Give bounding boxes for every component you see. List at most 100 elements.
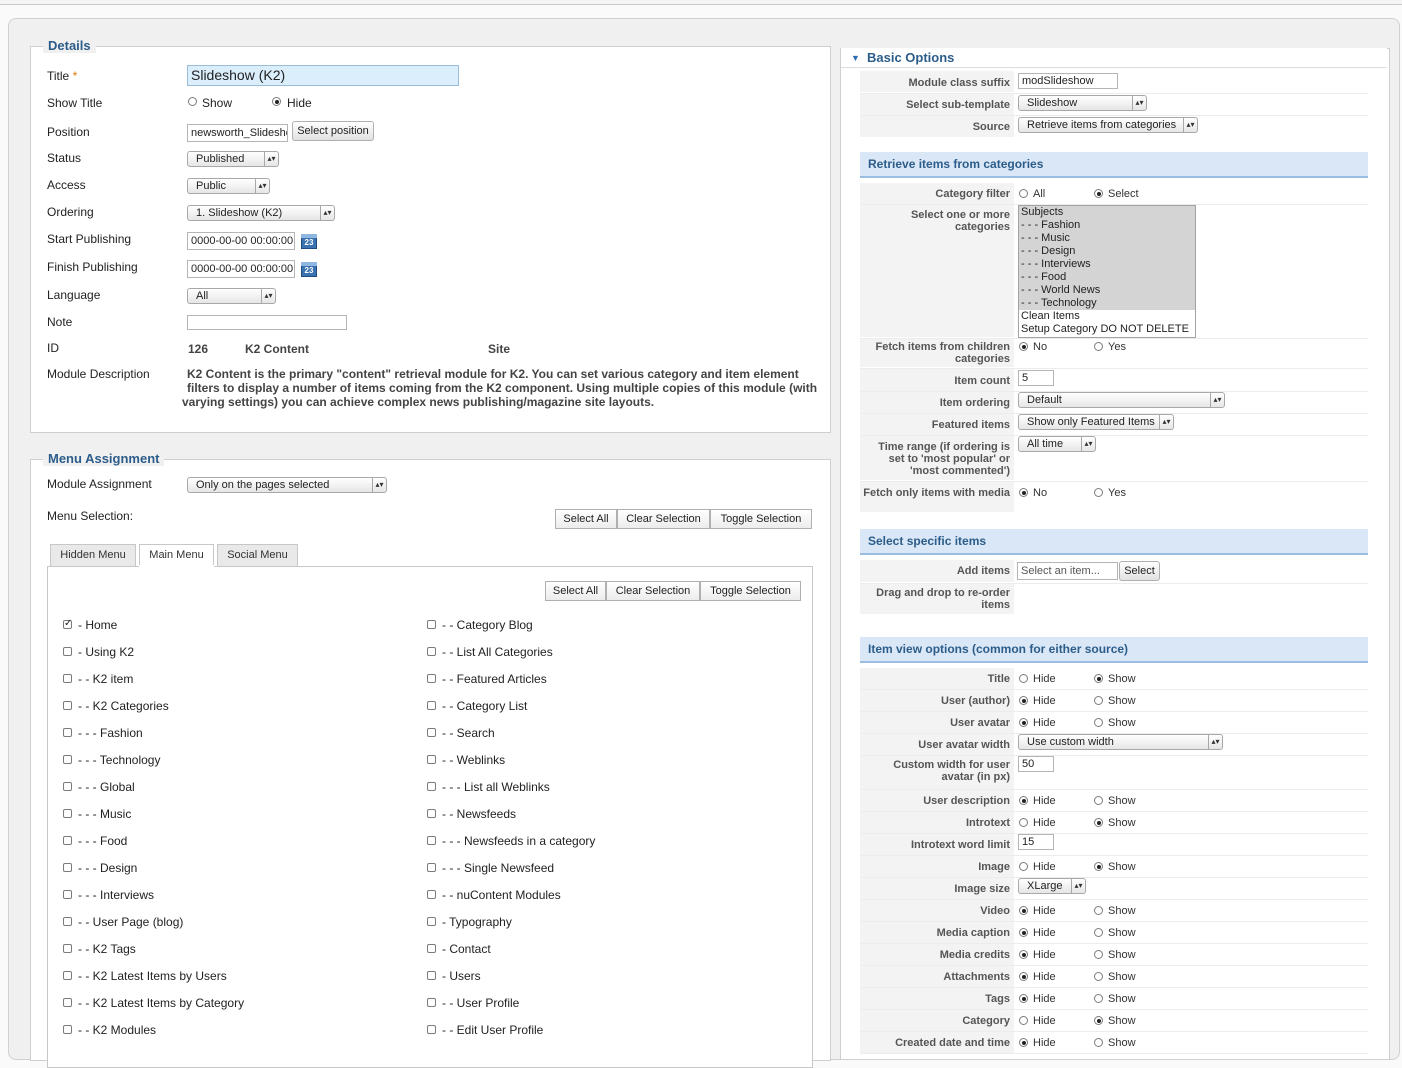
menu-item[interactable]: - - - Interviews — [63, 888, 154, 902]
category-option[interactable]: - - - Technology — [1019, 297, 1195, 310]
category-option[interactable]: - - - Design — [1019, 245, 1195, 258]
category-option[interactable]: - - - Food — [1019, 271, 1195, 284]
menu-item[interactable]: - - - Global — [63, 780, 135, 794]
clear-selection-button[interactable]: Clear Selection — [606, 581, 700, 601]
basic-options-header[interactable]: ▼ Basic Options — [841, 48, 1387, 68]
custom-width-input[interactable]: 50 — [1018, 756, 1054, 772]
menu-item[interactable]: - Typography — [427, 915, 512, 929]
checkbox-icon[interactable] — [427, 862, 436, 872]
category-show-radio[interactable] — [1094, 1016, 1103, 1025]
menu-item[interactable]: - - - Design — [63, 861, 137, 875]
created-date-hide-radio[interactable] — [1019, 1038, 1028, 1047]
menu-item[interactable]: - - User Profile — [427, 996, 519, 1010]
checkbox-icon[interactable] — [63, 781, 72, 791]
introtext-hide-radio[interactable] — [1019, 818, 1028, 827]
menu-item[interactable]: - - nuContent Modules — [427, 888, 561, 902]
image-size-select[interactable]: XLarge ▴▾ — [1018, 878, 1086, 894]
checkbox-icon[interactable] — [63, 1024, 72, 1034]
checkbox-icon[interactable] — [63, 835, 72, 845]
checkbox-icon[interactable] — [427, 1024, 436, 1034]
item-count-input[interactable]: 5 — [1018, 370, 1054, 386]
checkbox-checked-icon[interactable]: ✓ — [63, 618, 72, 629]
module-assignment-select[interactable]: Only on the pages selected ▴▾ — [187, 477, 387, 493]
menu-item[interactable]: - Users — [427, 969, 481, 983]
checkbox-icon[interactable] — [427, 619, 436, 629]
checkbox-icon[interactable] — [427, 754, 436, 764]
checkbox-icon[interactable] — [63, 862, 72, 872]
category-hide-radio[interactable] — [1019, 1016, 1028, 1025]
menu-item[interactable]: - - - Single Newsfeed — [427, 861, 554, 875]
access-select[interactable]: Public ▴▾ — [187, 178, 270, 194]
checkbox-icon[interactable] — [427, 916, 436, 926]
menu-item[interactable]: - - - Fashion — [63, 726, 143, 740]
checkbox-icon[interactable] — [427, 808, 436, 818]
menu-item[interactable]: - - K2 Latest Items by Users — [63, 969, 227, 983]
categories-listbox[interactable]: Subjects - - - Fashion - - - Music - - - De… — [1018, 205, 1196, 338]
menu-item[interactable]: - - - Music — [63, 807, 131, 821]
checkbox-icon[interactable] — [427, 889, 436, 899]
menu-item[interactable]: - - Search — [427, 726, 495, 740]
title-hide-radio[interactable] — [1019, 674, 1028, 683]
select-position-button[interactable]: Select position — [292, 121, 374, 141]
status-select[interactable]: Published ▴▾ — [187, 151, 279, 167]
category-option[interactable]: - - - World News — [1019, 284, 1195, 297]
user-author-hide-radio[interactable] — [1019, 696, 1028, 705]
menu-item[interactable]: - - K2 Modules — [63, 1023, 156, 1037]
menu-item[interactable]: - - K2 Categories — [63, 699, 169, 713]
add-items-select-button[interactable]: Select — [1119, 561, 1160, 581]
menu-item[interactable]: - - User Page (blog) — [63, 915, 183, 929]
time-range-select[interactable]: All time ▴▾ — [1018, 436, 1096, 452]
menu-item[interactable]: ✓ - Home — [63, 618, 117, 632]
image-show-radio[interactable] — [1094, 862, 1103, 871]
category-option[interactable]: Subjects — [1019, 206, 1195, 219]
category-filter-all-radio[interactable] — [1019, 189, 1028, 198]
menu-item[interactable]: - - Category List — [427, 699, 527, 713]
category-option[interactable]: - - - Fashion — [1019, 219, 1195, 232]
checkbox-icon[interactable] — [63, 916, 72, 926]
position-input[interactable]: newsworth_Slideshow — [187, 124, 288, 142]
toggle-selection-button[interactable]: Toggle Selection — [710, 509, 812, 529]
clear-selection-button[interactable]: Clear Selection — [617, 509, 710, 529]
language-select[interactable]: All ▴▾ — [187, 288, 276, 304]
attachments-show-radio[interactable] — [1094, 972, 1103, 981]
fetch-children-yes-radio[interactable] — [1094, 342, 1103, 351]
menu-item[interactable]: - Contact — [427, 942, 491, 956]
calendar-icon[interactable]: 23 — [301, 262, 317, 277]
menu-item[interactable]: - - K2 item — [63, 672, 133, 686]
checkbox-icon[interactable] — [427, 997, 436, 1007]
menu-item[interactable]: - - Newsfeeds — [427, 807, 516, 821]
tab-hidden-menu[interactable]: Hidden Menu — [50, 544, 136, 566]
menu-item[interactable]: - - - List all Weblinks — [427, 780, 550, 794]
fetch-media-yes-radio[interactable] — [1094, 488, 1103, 497]
checkbox-icon[interactable] — [63, 646, 72, 656]
user-avatar-show-radio[interactable] — [1094, 718, 1103, 727]
checkbox-icon[interactable] — [63, 970, 72, 980]
introtext-limit-input[interactable]: 15 — [1018, 834, 1054, 850]
category-option[interactable]: - - - Music — [1019, 232, 1195, 245]
toggle-selection-button[interactable]: Toggle Selection — [700, 581, 801, 601]
checkbox-icon[interactable] — [427, 970, 436, 980]
attachments-hide-radio[interactable] — [1019, 972, 1028, 981]
menu-item[interactable]: - - - Food — [63, 834, 127, 848]
category-option[interactable]: Clean Items — [1019, 310, 1195, 323]
user-author-show-radio[interactable] — [1094, 696, 1103, 705]
checkbox-icon[interactable] — [427, 727, 436, 737]
item-ordering-select[interactable]: Default ▴▾ — [1018, 392, 1225, 408]
checkbox-icon[interactable] — [63, 673, 72, 683]
tags-show-radio[interactable] — [1094, 994, 1103, 1003]
media-caption-hide-radio[interactable] — [1019, 928, 1028, 937]
image-hide-radio[interactable] — [1019, 862, 1028, 871]
title-input[interactable]: Slideshow (K2) — [187, 65, 459, 86]
finish-publishing-input[interactable]: 0000-00-00 00:00:00 — [187, 260, 295, 278]
menu-item[interactable]: - - Category Blog — [427, 618, 533, 632]
menu-item[interactable]: - - - Technology — [63, 753, 160, 767]
select-all-button[interactable]: Select All — [545, 581, 606, 601]
tab-main-menu[interactable]: Main Menu — [139, 544, 214, 567]
show-title-hide-radio[interactable] — [272, 97, 281, 106]
media-credits-show-radio[interactable] — [1094, 950, 1103, 959]
tab-social-menu[interactable]: Social Menu — [217, 544, 298, 566]
tags-hide-radio[interactable] — [1019, 994, 1028, 1003]
checkbox-icon[interactable] — [63, 808, 72, 818]
menu-item[interactable]: - - Edit User Profile — [427, 1023, 543, 1037]
menu-item[interactable]: - - Weblinks — [427, 753, 505, 767]
